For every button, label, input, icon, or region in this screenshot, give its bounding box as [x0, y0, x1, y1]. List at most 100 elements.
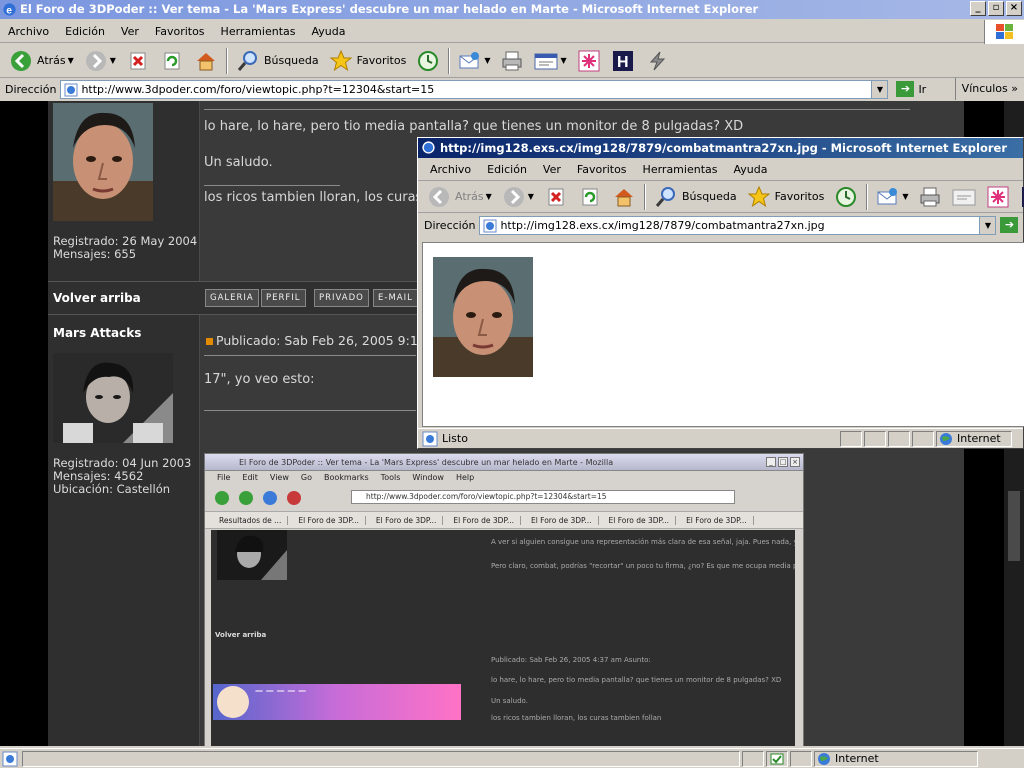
refresh-button[interactable]: [155, 46, 189, 76]
menu-favoritos[interactable]: Favoritos: [569, 163, 635, 176]
mail-icon: [458, 49, 482, 73]
history-button[interactable]: [411, 46, 445, 76]
favorites-button[interactable]: Favoritos: [742, 182, 830, 212]
chevron-down-icon[interactable]: ▼: [528, 192, 534, 201]
private-message-button[interactable]: PRIVADO: [314, 289, 369, 307]
tool-button[interactable]: [640, 46, 674, 76]
gallery-button[interactable]: GALERIA: [205, 289, 259, 307]
edit-button[interactable]: [947, 182, 981, 212]
back-label: Atrás: [455, 190, 484, 203]
home-icon: [612, 185, 636, 209]
chevron-down-icon[interactable]: ▼: [871, 80, 888, 98]
messenger-button[interactable]: [981, 182, 1015, 212]
go-arrow-icon[interactable]: ➔: [1000, 217, 1019, 233]
post-icon: [206, 338, 213, 345]
windows-logo-icon: [984, 20, 1024, 44]
popup-title-bar[interactable]: http://img128.exs.cx/img128/7879/combatm…: [418, 138, 1023, 158]
menu-ayuda[interactable]: Ayuda: [303, 25, 353, 38]
embedded-nav-toolbar: http://www.3dpoder.com/foro/viewtopic.ph…: [205, 485, 803, 511]
chevron-down-icon[interactable]: ▼: [560, 56, 566, 65]
maximize-icon: □: [778, 457, 788, 467]
mail-button[interactable]: ▼: [871, 182, 913, 212]
menu-archivo[interactable]: Archivo: [422, 163, 479, 176]
page-icon: [2, 751, 18, 766]
search-button[interactable]: Búsqueda: [649, 182, 742, 212]
chevron-down-icon[interactable]: ▼: [979, 216, 996, 234]
main-status-bar: Internet: [0, 748, 1024, 768]
links-button[interactable]: Vínculos »: [954, 78, 1024, 100]
back-to-top-link[interactable]: Volver arriba: [53, 291, 141, 305]
embedded-tab: Resultados de ...: [213, 515, 289, 525]
divider: [204, 109, 910, 110]
home-button[interactable]: [607, 182, 641, 212]
portrait-image[interactable]: [433, 257, 533, 377]
ie-icon: [422, 141, 435, 154]
embedded-screenshot: El Foro de 3DPoder :: Ver tema - La 'Mar…: [204, 453, 804, 746]
popup-menu-bar: Archivo Edición Ver Favoritos Herramient…: [418, 158, 1023, 181]
menu-herramientas[interactable]: Herramientas: [213, 25, 304, 38]
chevron-down-icon[interactable]: ▼: [68, 56, 74, 65]
popup-address-input[interactable]: http://img128.exs.cx/img128/7879/combatm…: [479, 215, 997, 235]
status-panel: [912, 430, 934, 447]
edit-button[interactable]: ▼: [529, 46, 571, 76]
home-button[interactable]: [189, 46, 223, 76]
back-button[interactable]: Atrás ▼: [4, 46, 79, 76]
close-button[interactable]: ×: [1006, 1, 1022, 16]
email-button[interactable]: E-MAIL: [373, 289, 418, 307]
back-arrow-icon: [215, 491, 229, 505]
menu-favoritos[interactable]: Favoritos: [147, 25, 213, 38]
stop-icon: [544, 185, 568, 209]
print-button[interactable]: [913, 182, 947, 212]
location: Ubicación: Castellón: [53, 482, 171, 496]
menu-ver[interactable]: Ver: [535, 163, 569, 176]
refresh-button[interactable]: [573, 182, 607, 212]
search-label: Búsqueda: [263, 54, 319, 67]
address-input[interactable]: http://www.3dpoder.com/foro/viewtopic.ph…: [60, 79, 889, 99]
embedded-text: Volver arriba: [215, 631, 267, 639]
favorites-button[interactable]: Favoritos: [324, 46, 412, 76]
chevron-down-icon[interactable]: ▼: [110, 56, 116, 65]
menu-ver[interactable]: Ver: [113, 25, 147, 38]
menu-edicion[interactable]: Edición: [479, 163, 535, 176]
main-title-bar[interactable]: e El Foro de 3DPoder :: Ver tema - La 'M…: [0, 0, 1024, 19]
minimize-button[interactable]: _: [970, 1, 986, 16]
profile-button[interactable]: PERFIL: [261, 289, 306, 307]
menu-archivo[interactable]: Archivo: [0, 25, 57, 38]
menu-edicion[interactable]: Edición: [57, 25, 113, 38]
history-button[interactable]: [829, 182, 863, 212]
chevron-down-icon[interactable]: ▼: [902, 192, 908, 201]
scrollbar-thumb[interactable]: [1008, 491, 1020, 561]
popup-viewport: [422, 242, 1024, 427]
restore-button[interactable]: ▫: [988, 1, 1004, 16]
image-popup-window[interactable]: http://img128.exs.cx/img128/7879/combatm…: [417, 137, 1024, 449]
back-button[interactable]: Atrás ▼: [422, 182, 497, 212]
embedded-menu-item: Bookmarks: [323, 473, 369, 482]
chevron-down-icon[interactable]: ▼: [486, 192, 492, 201]
print-button[interactable]: [495, 46, 529, 76]
chevron-down-icon[interactable]: ▼: [484, 56, 490, 65]
search-button[interactable]: Búsqueda: [231, 46, 324, 76]
embedded-tab: El Foro de 3DP...: [370, 515, 444, 525]
address-label: Dirección: [5, 82, 57, 96]
zone-panel: Internet: [936, 430, 1012, 447]
reload-icon: [263, 491, 277, 505]
signature-divider: [204, 185, 340, 186]
stop-button[interactable]: [539, 182, 573, 212]
messenger-button[interactable]: [572, 46, 606, 76]
menu-ayuda[interactable]: Ayuda: [725, 163, 775, 176]
mail-button[interactable]: ▼: [453, 46, 495, 76]
zone-label: Internet: [835, 752, 879, 765]
status-panel: [742, 750, 764, 767]
forward-button[interactable]: ▼: [497, 182, 539, 212]
edit-page-icon: [952, 185, 976, 209]
author-name[interactable]: Mars Attacks: [53, 326, 141, 340]
go-button[interactable]: ➔ Ir: [896, 81, 926, 97]
h-button[interactable]: H: [1015, 182, 1024, 212]
embedded-tab: El Foro de 3DP...: [525, 515, 599, 525]
stop-button[interactable]: [121, 46, 155, 76]
h-button[interactable]: H: [606, 46, 640, 76]
menu-herramientas[interactable]: Herramientas: [635, 163, 726, 176]
forward-button[interactable]: ▼: [79, 46, 121, 76]
avatar: [53, 103, 153, 221]
popup-blocker-icon: [770, 753, 784, 764]
